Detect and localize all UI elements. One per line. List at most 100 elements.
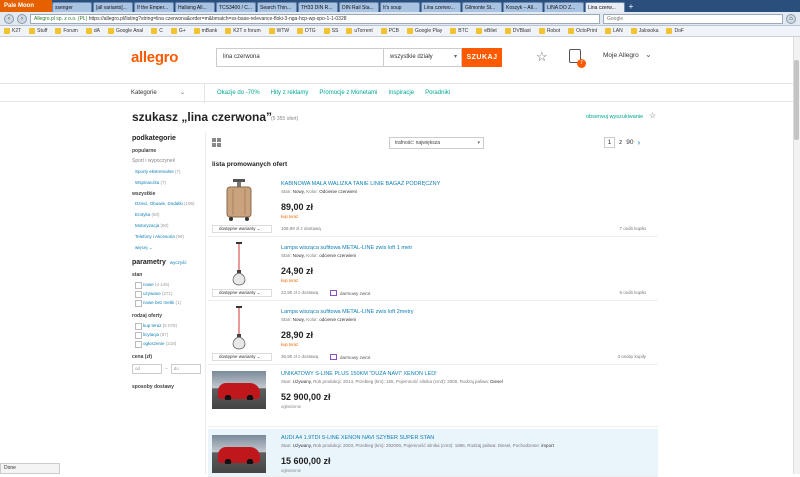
- price-from-input[interactable]: od: [132, 364, 162, 374]
- page-input[interactable]: 1: [604, 137, 615, 148]
- bookmark-item[interactable]: OctoPrint: [568, 28, 597, 34]
- bookmark-item[interactable]: DVBlast: [504, 28, 531, 34]
- bookmark-item[interactable]: K2T o forum: [225, 28, 261, 34]
- state-checkbox[interactable]: nowe (4 145): [132, 282, 202, 289]
- category-link[interactable]: Erotyka (60): [132, 212, 202, 217]
- browser-search-input[interactable]: Google: [603, 13, 783, 24]
- promo-link[interactable]: Poradniki: [425, 90, 450, 96]
- offer-type-checkbox[interactable]: ogłoszenie (218): [132, 341, 202, 348]
- category-link[interactable]: Motoryzacja (60): [132, 223, 202, 228]
- back-icon[interactable]: ‹: [4, 13, 14, 24]
- site-identity[interactable]: Allegro.pl sp. z o.o. (PL): [34, 16, 87, 22]
- bookmark-item[interactable]: PCB: [380, 28, 399, 34]
- chevron-down-icon[interactable]: ⌄: [180, 89, 185, 96]
- scrollbar-thumb[interactable]: [794, 60, 799, 140]
- allegro-logo[interactable]: allegro: [131, 49, 178, 66]
- price-to-input[interactable]: do: [170, 364, 201, 374]
- bookmark-item[interactable]: Google Play: [406, 28, 442, 34]
- bookmark-item[interactable]: Jalosoka: [630, 28, 658, 34]
- browser-tab[interactable]: If the Emper...: [134, 2, 174, 12]
- variants-dropdown[interactable]: dostępne warianty ⌄: [212, 353, 272, 361]
- browser-tab[interactable]: Gilmonte St...: [462, 2, 502, 12]
- observe-search-link[interactable]: obserwuj wyszukiwanie: [586, 114, 643, 120]
- popular-category[interactable]: Sport i wypoczynek: [132, 158, 202, 164]
- offer-title-link[interactable]: Lampa wisząca sufitowa METAL-LINE zwis l…: [281, 309, 414, 315]
- offer-thumbnail[interactable]: [212, 369, 266, 411]
- variants-dropdown[interactable]: dostępne warianty ⌄: [212, 289, 272, 297]
- bookmark-item[interactable]: C: [151, 28, 163, 34]
- browser-tab[interactable]: Lina czerw...: [585, 2, 625, 12]
- bookmark-item[interactable]: Stuff: [29, 28, 47, 34]
- bookmark-item[interactable]: eBilet: [476, 28, 497, 34]
- state-checkbox[interactable]: nowe bez metki (1): [132, 300, 202, 307]
- categories-button[interactable]: Kategorie: [131, 90, 157, 96]
- offer-thumbnail[interactable]: [212, 433, 266, 475]
- browser-tab[interactable]: [all variants]...: [93, 2, 133, 12]
- url-bar[interactable]: Allegro.pl sp. z o.o. (PL) https://alleg…: [30, 13, 600, 24]
- browser-tab[interactable]: Hallsing All...: [175, 2, 215, 12]
- offer-title-link[interactable]: KABINOWA MAŁA WALIZKA TANIE LINIE BAGAŻ …: [281, 181, 440, 187]
- star-icon[interactable]: ☆: [649, 111, 656, 120]
- browser-tab[interactable]: Search Thin...: [257, 2, 297, 12]
- offer-row[interactable]: UNIKATOWY S-LINE PLUS 150KM "DUŻA NAVI" …: [208, 365, 658, 427]
- bookmark-item[interactable]: LAN: [605, 28, 623, 34]
- offer-title-link[interactable]: AUDI A4 1.9TDI S-LINE XENON NAVI SZYBER …: [281, 435, 434, 441]
- clear-filters-link[interactable]: wyczyść: [170, 260, 187, 265]
- category-link[interactable]: Sporty ekstremalne (7): [132, 169, 202, 174]
- offer-title-link[interactable]: UNIKATOWY S-LINE PLUS 150KM "DUŻA NAVI" …: [281, 371, 437, 377]
- offer-title-link[interactable]: Lampa wisząca sufitowa METAL-LINE zwis l…: [281, 245, 412, 251]
- offer-thumbnail[interactable]: [212, 242, 266, 286]
- category-select[interactable]: wszystkie działy: [383, 49, 461, 66]
- offer-row[interactable]: AUDI A4 1.9TDI S-LINE XENON NAVI SZYBER …: [208, 429, 658, 477]
- promo-link[interactable]: Okazje do -70%: [217, 90, 260, 96]
- bookmark-item[interactable]: WTW: [268, 28, 289, 34]
- bookmark-item[interactable]: DoF: [666, 28, 684, 34]
- offer-type-checkbox[interactable]: kup teraz (5 079): [132, 323, 202, 330]
- category-link[interactable]: Telefony i Akcesoria (99): [132, 234, 202, 239]
- browser-tab[interactable]: Lina czerwo...: [421, 2, 461, 12]
- category-link[interactable]: Wspinaczka (7): [132, 180, 202, 185]
- search-input[interactable]: lina czerwona: [217, 49, 383, 66]
- bookmark-item[interactable]: G+: [170, 28, 186, 34]
- promo-link[interactable]: Promocje z Monetami: [319, 90, 377, 96]
- browser-tab[interactable]: LINA DO Z...: [544, 2, 584, 12]
- next-page-icon[interactable]: ›: [637, 138, 640, 147]
- browser-tab[interactable]: TH33 DIN R...: [298, 2, 338, 12]
- bookmark-item[interactable]: Forum: [55, 28, 78, 34]
- bookmark-item[interactable]: Google Anal: [107, 28, 143, 34]
- browser-tab[interactable]: DIN Rail Sta...: [339, 2, 379, 12]
- new-tab-icon[interactable]: +: [626, 2, 636, 12]
- offer-type-checkbox[interactable]: licytacja (87): [132, 332, 202, 339]
- chevron-down-icon[interactable]: ⌄: [645, 50, 652, 59]
- bookmark-item[interactable]: Robot: [538, 28, 560, 34]
- my-allegro-link[interactable]: Moje Allegro: [603, 52, 639, 59]
- variants-dropdown[interactable]: dostępne warianty ⌄: [212, 225, 272, 233]
- offer-row[interactable]: Lampa wisząca sufitowa METAL-LINE zwis l…: [208, 303, 658, 365]
- browser-tab[interactable]: TCS3400 / C...: [216, 2, 256, 12]
- browser-tab[interactable]: Koszyk – All...: [503, 2, 543, 12]
- offer-row[interactable]: KABINOWA MAŁA WALIZKA TANIE LINIE BAGAŻ …: [208, 175, 658, 237]
- offer-thumbnail[interactable]: [212, 306, 266, 350]
- grid-view-icon[interactable]: [212, 138, 221, 147]
- category-link[interactable]: Dzieci, Obuwie, Dodatki (195): [132, 201, 202, 206]
- total-pages[interactable]: 90: [626, 139, 633, 146]
- offer-row[interactable]: Lampa wisząca sufitowa METAL-LINE zwis l…: [208, 239, 658, 301]
- watchlist-star-icon[interactable]: ☆: [536, 49, 548, 65]
- state-checkbox[interactable]: używane (271): [132, 291, 202, 298]
- bookmark-item[interactable]: SS: [323, 28, 338, 34]
- promo-link[interactable]: Inspiracje: [388, 90, 414, 96]
- bookmark-item[interactable]: mBank: [193, 28, 217, 34]
- browser-tab[interactable]: ssenger: [52, 2, 92, 12]
- bookmark-item[interactable]: dA: [85, 28, 100, 34]
- browser-tab[interactable]: It's soup: [380, 2, 420, 12]
- bookmark-item[interactable]: K2T: [4, 28, 21, 34]
- bookmark-item[interactable]: uTorrent: [346, 28, 373, 34]
- offer-thumbnail[interactable]: [212, 179, 266, 221]
- app-menu-button[interactable]: Pale Moon: [0, 0, 52, 12]
- home-icon[interactable]: ⌂: [786, 13, 796, 24]
- bookmark-item[interactable]: BTC: [450, 28, 468, 34]
- sort-select[interactable]: trafność: największa: [389, 137, 484, 149]
- promo-link[interactable]: Hity z reklamy: [271, 90, 309, 96]
- more-link[interactable]: więcej ⌄: [132, 245, 202, 251]
- bookmark-item[interactable]: DTG: [297, 28, 316, 34]
